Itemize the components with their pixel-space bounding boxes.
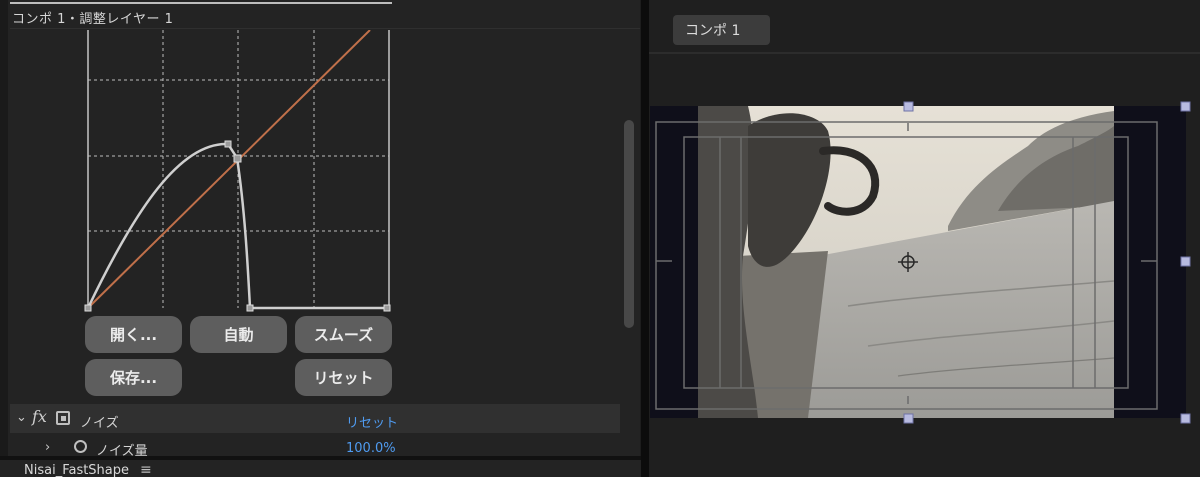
curves-graph[interactable] [80, 30, 400, 312]
panel-title: コンポ 1・調整レイヤー 1 [12, 12, 174, 27]
transform-handle[interactable] [1180, 101, 1191, 112]
curve-point[interactable] [246, 304, 254, 312]
diagonal-curve [87, 30, 371, 309]
panel-edge [0, 0, 8, 456]
anchor-point-icon[interactable] [898, 252, 918, 272]
property-name: ノイズ量 [96, 444, 148, 456]
scrollbar[interactable] [624, 120, 634, 328]
stopwatch-icon[interactable] [74, 440, 87, 453]
transform-handle[interactable] [903, 413, 914, 424]
curve-point[interactable] [233, 154, 242, 163]
viewer-header-divider [649, 52, 1200, 54]
panel-divider[interactable] [641, 0, 649, 477]
effect-reset-link[interactable]: リセット [346, 412, 398, 431]
curve-point[interactable] [224, 140, 232, 148]
panel-top-highlight [10, 2, 392, 4]
hamburger-icon[interactable]: ≡ [140, 462, 152, 477]
panel-tab[interactable]: Nisai_FastShape [24, 463, 129, 477]
curve-point[interactable] [383, 304, 391, 312]
transform-handle[interactable] [1180, 413, 1191, 424]
transform-handle[interactable] [903, 101, 914, 112]
composition-tab[interactable]: コンポ 1 [673, 15, 770, 45]
layer-icon [56, 411, 70, 425]
save-button[interactable]: 保存... [85, 359, 182, 396]
transform-handle[interactable] [1180, 256, 1191, 267]
title-divider [10, 28, 640, 29]
effect-name: ノイズ [80, 416, 119, 431]
auto-button[interactable]: 自動 [190, 316, 287, 353]
property-row[interactable]: › ノイズ量 100.0% [10, 436, 620, 456]
effect-row-noise[interactable]: ⌄ fx ノイズ リセット [10, 404, 620, 433]
safe-area-guides [655, 101, 1191, 424]
fx-toggle-icon[interactable]: fx [32, 407, 47, 426]
chevron-right-icon[interactable]: › [45, 440, 50, 455]
curve-point[interactable] [84, 304, 92, 312]
chevron-down-icon[interactable]: ⌄ [16, 410, 27, 425]
reset-button[interactable]: リセット [295, 359, 392, 396]
open-button[interactable]: 開く... [85, 316, 182, 353]
property-value[interactable]: 100.0% [346, 441, 396, 456]
smooth-button[interactable]: スムーズ [295, 316, 392, 353]
